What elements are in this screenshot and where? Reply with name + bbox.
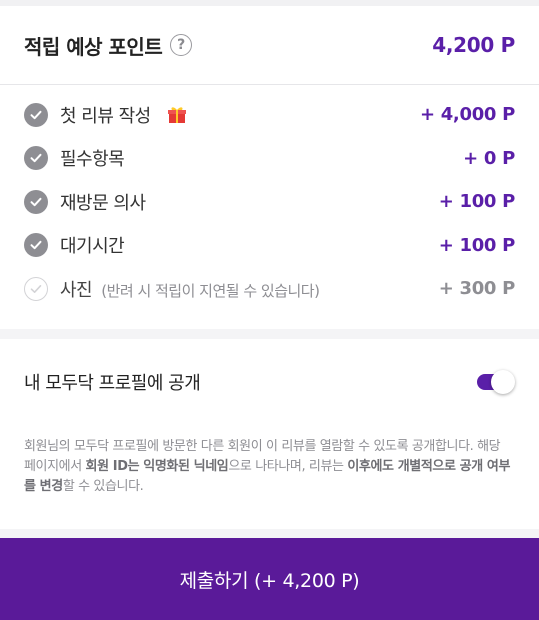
list-item: 첫 리뷰 작성 + 4,000 P <box>24 93 515 137</box>
toggle-knob <box>491 369 515 394</box>
submit-button[interactable]: 제출하기 (+ 4,200 P) <box>0 538 539 620</box>
check-outline-icon <box>24 276 48 301</box>
item-points: + 4,000 P <box>419 104 515 126</box>
item-label: 필수항목 <box>60 149 125 171</box>
points-header: 적립 예상 포인트 ? 4,200 P <box>0 6 539 85</box>
page-title: 적립 예상 포인트 <box>24 34 163 59</box>
profile-visibility-card: 내 모두닥 프로필에 공개 회원님의 모두닥 프로필에 방문한 다른 회원이 이… <box>0 338 539 529</box>
gift-icon <box>167 107 186 123</box>
item-label: 대기시간 <box>60 236 125 258</box>
check-icon <box>24 233 48 258</box>
list-item: 사진 (반려 시 적립이 지연될 수 있습니다) + 300 P <box>24 267 515 311</box>
total-points: 4,200 P <box>432 33 515 57</box>
item-sub-label: (반려 시 적립이 지연될 수 있습니다) <box>101 281 320 300</box>
help-icon[interactable]: ? <box>170 34 193 56</box>
item-points: + 0 P <box>463 147 515 169</box>
check-icon <box>24 189 48 214</box>
item-label: 재방문 의사 <box>60 192 146 214</box>
check-icon <box>24 146 48 171</box>
profile-notice: 회원님의 모두닥 프로필에 방문한 다른 회원이 이 리뷰를 열람할 수 있도록… <box>24 438 511 494</box>
list-item: 재방문 의사 + 100 P <box>24 180 515 224</box>
item-label: 사진 <box>60 279 93 301</box>
item-label: 첫 리뷰 작성 <box>60 105 151 127</box>
check-icon <box>24 102 48 127</box>
item-points: + 100 P <box>438 234 516 256</box>
list-item: 대기시간 + 100 P <box>24 224 515 268</box>
profile-visibility-toggle[interactable] <box>477 369 515 394</box>
list-item: 필수항목 + 0 P <box>24 137 515 181</box>
item-points: + 300 P <box>438 278 516 300</box>
profile-visibility-label: 내 모두닥 프로필에 공개 <box>24 372 201 394</box>
points-breakdown-list: 첫 리뷰 작성 + 4,000 P 필수항목 + 0 P 재방문 의사 + 10… <box>0 85 539 329</box>
section-divider <box>0 328 539 339</box>
item-points: + 100 P <box>438 191 516 213</box>
